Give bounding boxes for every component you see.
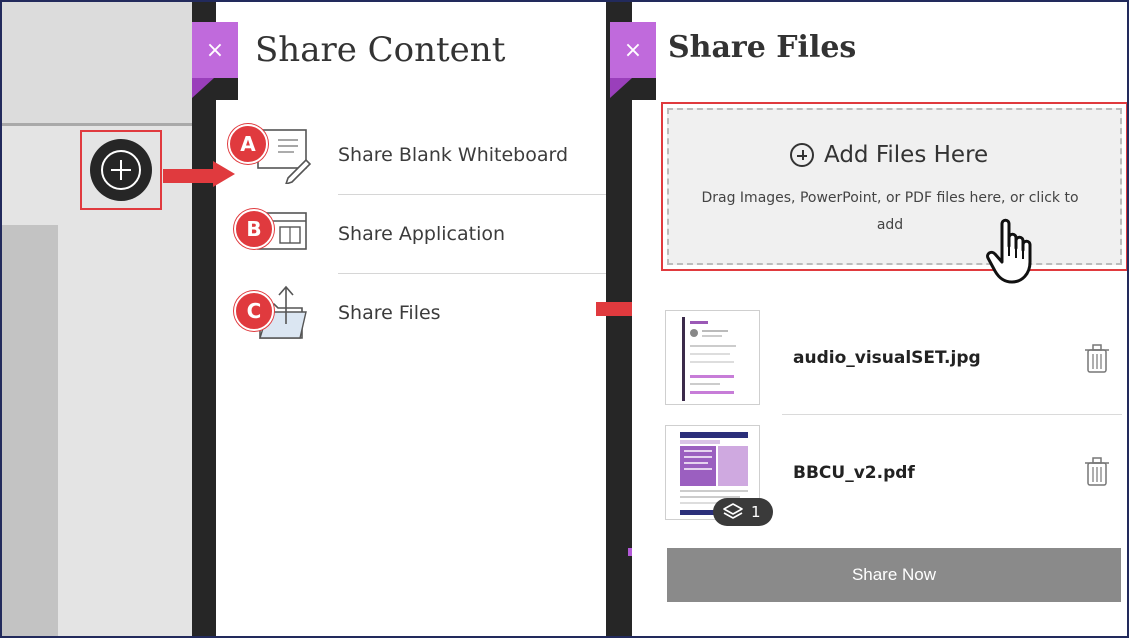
page-count-value: 1 (751, 503, 761, 521)
file-thumbnail (665, 310, 760, 405)
close-icon[interactable]: × (192, 22, 238, 78)
trash-icon[interactable] (1085, 344, 1109, 374)
file-name: BBCU_v2.pdf (793, 463, 915, 483)
add-circle-icon (790, 143, 814, 167)
plus-button-callout-box (80, 130, 162, 210)
session-header-area (0, 0, 192, 126)
add-files-heading[interactable]: Add Files Here (790, 139, 988, 171)
share-application-item[interactable]: Share Application (240, 195, 606, 273)
share-blank-whiteboard-label: Share Blank Whiteboard (338, 144, 569, 166)
tab-fold (192, 78, 214, 98)
session-area (0, 0, 192, 638)
close-icon[interactable]: × (610, 22, 656, 78)
callout-badge: A (228, 124, 268, 164)
share-blank-whiteboard-item[interactable]: Share Blank Whiteboard (240, 116, 606, 194)
tab-fold (610, 78, 632, 98)
trash-icon[interactable] (1085, 457, 1109, 487)
share-content-close-tab: × (192, 22, 238, 100)
share-content-title: Share Content (255, 30, 506, 70)
page-count-badge: 1 (713, 498, 773, 526)
session-side-strip (0, 225, 58, 638)
share-files-close-tab: × (610, 22, 656, 100)
add-files-label: Add Files Here (824, 142, 989, 168)
file-list-divider (782, 414, 1122, 415)
share-now-button[interactable]: Share Now (667, 548, 1121, 602)
file-list-item[interactable]: audio_visualSET.jpg (665, 310, 1125, 410)
share-files-label: Share Files (338, 302, 441, 324)
share-files-item[interactable]: Share Files (240, 274, 606, 352)
file-name: audio_visualSET.jpg (793, 348, 981, 368)
callout-arrow-right-icon (163, 161, 235, 187)
share-files-title: Share Files (668, 30, 857, 65)
image-thumbnail-icon (666, 311, 759, 404)
callout-badge: B (234, 209, 274, 249)
share-application-label: Share Application (338, 223, 506, 245)
layers-icon (723, 503, 743, 519)
callout-badge: C (234, 291, 274, 331)
pointer-hand-icon (986, 218, 1032, 284)
